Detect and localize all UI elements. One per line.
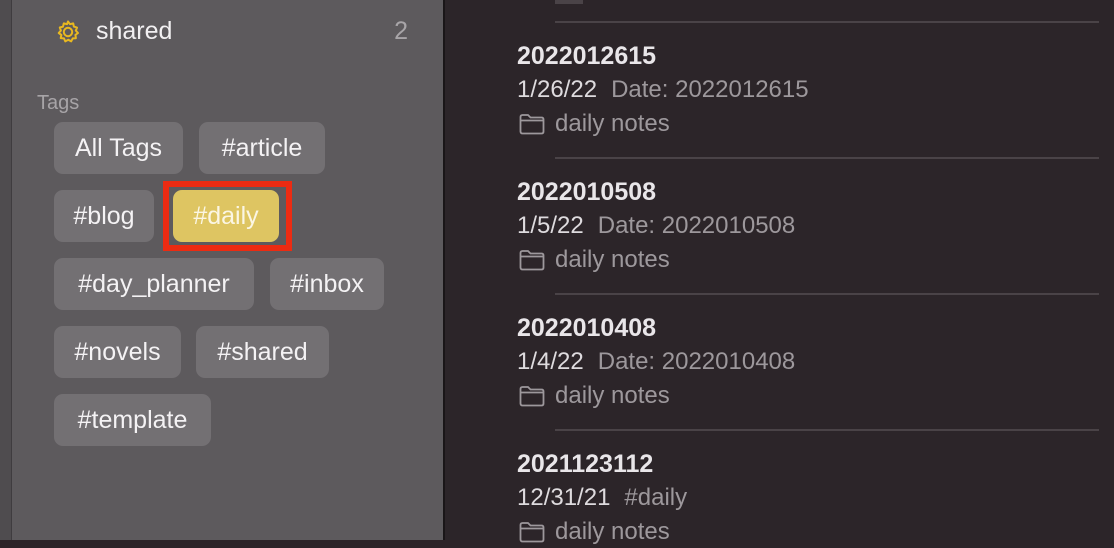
note-separator <box>555 293 1099 295</box>
note-folder-label: daily notes <box>555 110 670 137</box>
note-list-item[interactable]: 2022010408 1/4/22 Date: 2022010408 daily … <box>517 312 1107 412</box>
note-separator <box>555 157 1099 159</box>
item-count: 2 <box>394 17 408 45</box>
note-snippet: Date: 2022012615 <box>611 76 809 103</box>
note-meta: 1/26/22 Date: 2022012615 <box>517 72 1107 108</box>
sidebar-item-label: shared <box>96 17 173 45</box>
tag-novels[interactable]: #novels <box>54 326 181 378</box>
note-meta: 1/5/22 Date: 2022010508 <box>517 208 1107 244</box>
note-folder-label: daily notes <box>555 518 670 545</box>
sidebar-edge <box>0 0 12 540</box>
tag-all-tags[interactable]: All Tags <box>54 122 183 174</box>
note-date: 1/5/22 <box>517 212 584 239</box>
note-folder-label: daily notes <box>555 382 670 409</box>
folder-icon <box>519 386 545 407</box>
sidebar-item-shared[interactable]: shared 2 <box>54 14 414 50</box>
note-folder: daily notes <box>517 108 1107 140</box>
note-title: 2022010408 <box>517 314 657 342</box>
note-title: 2021123112 <box>517 450 654 478</box>
note-list-item[interactable]: 2022012615 1/26/22 Date: 2022012615 daily… <box>517 40 1107 140</box>
note-folder: daily notes <box>517 380 1107 412</box>
tag-blog[interactable]: #blog <box>54 190 154 242</box>
folder-icon <box>519 114 545 135</box>
tag-shared[interactable]: #shared <box>196 326 329 378</box>
sidebar: shared 2 Tags All Tags #article #blog #d… <box>0 0 443 540</box>
note-snippet: #daily <box>624 484 688 511</box>
tag-article[interactable]: #article <box>199 122 325 174</box>
tag-inbox[interactable]: #inbox <box>270 258 384 310</box>
previous-note-fragment <box>555 0 583 4</box>
note-title: 2022010508 <box>517 178 657 206</box>
note-snippet: Date: 2022010408 <box>597 348 796 375</box>
note-folder: daily notes <box>517 244 1107 276</box>
gear-icon <box>57 20 79 43</box>
note-folder: daily notes <box>517 516 1107 548</box>
note-list-item[interactable]: 2022010508 1/5/22 Date: 2022010508 daily … <box>517 176 1107 276</box>
selection-highlight-box <box>163 181 292 251</box>
note-meta: 1/4/22 Date: 2022010408 <box>517 344 1107 380</box>
tags-heading: Tags <box>37 92 80 114</box>
note-date: 12/31/21 <box>517 484 611 511</box>
note-date: 1/4/22 <box>517 348 584 375</box>
tag-day-planner[interactable]: #day_planner <box>54 258 254 310</box>
note-snippet: Date: 2022010508 <box>597 212 796 239</box>
note-folder-label: daily notes <box>555 246 670 273</box>
tag-template[interactable]: #template <box>54 394 211 446</box>
note-separator <box>555 21 1099 23</box>
folder-icon <box>519 250 545 271</box>
note-separator <box>555 429 1099 431</box>
note-date: 1/26/22 <box>517 76 598 103</box>
note-meta: 12/31/21 #daily <box>517 480 1107 516</box>
note-list-item[interactable]: 2021123112 12/31/21 #daily daily notes <box>517 448 1107 548</box>
note-title: 2022012615 <box>517 42 657 70</box>
pane-divider[interactable] <box>443 0 445 540</box>
